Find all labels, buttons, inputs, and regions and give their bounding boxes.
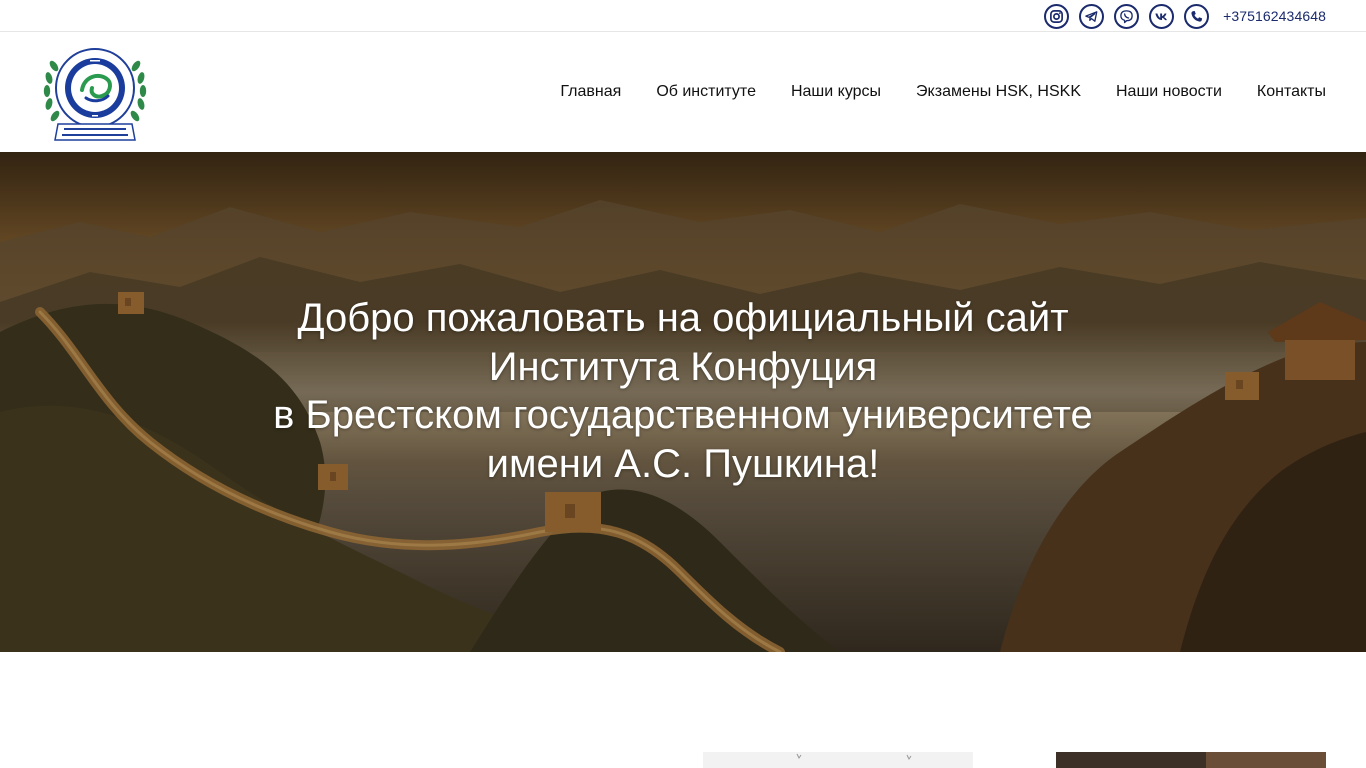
nav-item-contacts[interactable]: Контакты: [1257, 83, 1326, 101]
telegram-icon: [1085, 10, 1098, 22]
social-links: +375162434648: [1044, 3, 1326, 29]
content-preview-image[interactable]: [1056, 752, 1326, 768]
phone-number-link[interactable]: +375162434648: [1223, 8, 1326, 24]
nav-item-courses[interactable]: Наши курсы: [791, 83, 881, 101]
phone-icon: [1191, 10, 1203, 22]
site-header: Главная Об институте Наши курсы Экзамены…: [0, 32, 1366, 152]
preview-image-1: [703, 752, 973, 768]
confucius-institute-logo: [43, 48, 147, 141]
instagram-link[interactable]: [1044, 3, 1070, 29]
vk-link[interactable]: [1149, 3, 1175, 29]
main-navigation: Главная Об институте Наши курсы Экзамены…: [560, 32, 1326, 152]
hero-welcome-heading: Добро пожаловать на официальный сайт Инс…: [183, 294, 1183, 488]
vk-icon: [1155, 13, 1168, 20]
hero-title-line: имени А.С. Пушкина!: [486, 441, 880, 486]
preview-image-2: [1056, 752, 1326, 768]
telegram-link[interactable]: [1079, 3, 1105, 29]
instagram-icon: [1050, 9, 1064, 23]
nav-item-home[interactable]: Главная: [560, 83, 621, 101]
viber-icon: [1120, 9, 1133, 23]
nav-item-about[interactable]: Об институте: [656, 83, 756, 101]
hero-title-line: в Брестском государственном университете: [273, 393, 1093, 437]
nav-item-exams[interactable]: Экзамены HSK, HSKK: [916, 83, 1081, 101]
content-preview-image[interactable]: [703, 752, 973, 768]
hero-title-line: Института Конфуция: [488, 344, 878, 389]
site-logo-link[interactable]: [40, 36, 150, 148]
top-contact-bar: +375162434648: [0, 0, 1366, 32]
hero-banner: Добро пожаловать на официальный сайт Инс…: [0, 152, 1366, 652]
nav-item-news[interactable]: Наши новости: [1116, 83, 1222, 101]
phone-link[interactable]: [1184, 3, 1210, 29]
hero-title-line: Добро пожаловать на официальный сайт: [297, 296, 1069, 340]
viber-link[interactable]: [1114, 3, 1140, 29]
